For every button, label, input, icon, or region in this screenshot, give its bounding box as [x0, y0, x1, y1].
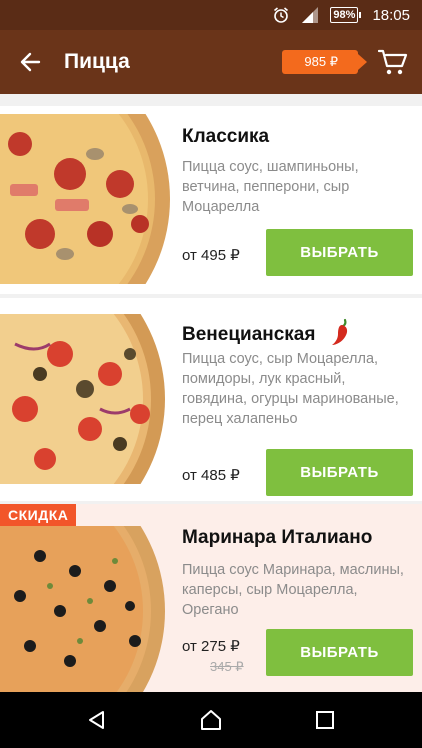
select-button[interactable]: ВЫБРАТЬ — [266, 449, 413, 496]
chili-pepper-icon — [329, 318, 351, 352]
product-price: от 485 ₽ — [182, 467, 240, 484]
system-nav-bar — [0, 692, 422, 748]
battery-indicator: 98% — [330, 7, 362, 23]
product-name-row: Венецианская — [182, 318, 351, 352]
product-card[interactable]: Классика Пицца соус, шампиньоны, ветчина… — [0, 106, 422, 294]
pizza-marinara-image — [0, 526, 165, 692]
select-button[interactable]: ВЫБРАТЬ — [266, 229, 413, 276]
product-price: от 495 ₽ — [182, 247, 240, 264]
nav-home-button[interactable] — [191, 700, 231, 740]
old-price: 345 ₽ — [210, 659, 244, 674]
pizza-classic-image — [0, 114, 170, 284]
cart-icon — [378, 49, 408, 75]
cart-total-badge[interactable]: 985 ₽ — [282, 50, 367, 74]
clock: 18:05 — [372, 6, 410, 24]
select-button[interactable]: ВЫБРАТЬ — [266, 629, 413, 676]
product-name: Венецианская — [182, 324, 316, 346]
nav-back-button[interactable] — [77, 700, 117, 740]
alarm-icon — [272, 6, 290, 24]
cart-button[interactable] — [370, 30, 416, 94]
product-description: Пицца соус Маринара, маслины, каперсы, с… — [182, 562, 404, 618]
product-list[interactable]: Классика Пицца соус, шампиньоны, ветчина… — [0, 94, 422, 692]
signal-icon — [300, 6, 320, 24]
home-icon — [201, 710, 221, 730]
square-recents-icon — [316, 711, 334, 729]
price-block: от 275 ₽ 345 ₽ — [182, 637, 244, 675]
product-description: Пицца соус, шампиньоны, ветчина, пепперо… — [182, 159, 359, 215]
product-price: от 275 ₽ — [182, 638, 240, 655]
product-name: Классика — [182, 126, 270, 147]
triangle-back-icon — [89, 711, 104, 729]
product-name: Маринара Италиано — [182, 527, 373, 548]
nav-recents-button[interactable] — [305, 700, 345, 740]
product-description: Пицца соус, сыр Моцарелла, помидоры, лук… — [182, 351, 399, 427]
app-bar: Пицца 985 ₽ — [0, 30, 422, 94]
price-block: от 485 ₽ — [182, 466, 240, 484]
price-block: от 495 ₽ — [182, 246, 240, 264]
arrow-left-icon — [20, 52, 41, 72]
page-title: Пицца — [64, 50, 130, 73]
status-bar: 98% 18:05 — [0, 0, 422, 30]
product-card-discount[interactable]: СКИДКА Маринара Италиано Пицца соус Мари… — [0, 504, 422, 692]
product-card[interactable]: Венецианская Пицца соус, сыр Моцарелла, … — [0, 298, 422, 501]
back-button[interactable] — [0, 30, 60, 94]
discount-badge: СКИДКА — [0, 504, 77, 526]
pizza-venetian-image — [0, 314, 165, 484]
